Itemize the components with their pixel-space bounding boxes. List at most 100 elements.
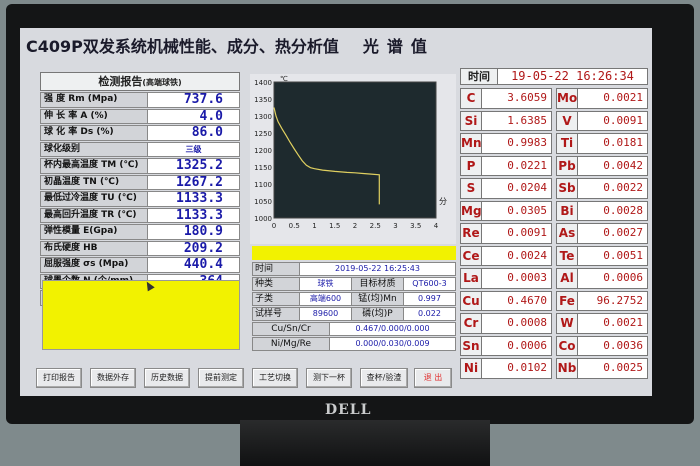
next-cup-button[interactable]: 测下一杯 [306, 368, 352, 388]
element-row: P 0.0221 Pb 0.0042 [460, 155, 652, 176]
report-row: 球 化 率 Ds (%) 86.0 [40, 125, 240, 141]
element-value: 0.4670 [482, 290, 552, 311]
element-row: C 3.6059 Mo 0.0021 [460, 88, 652, 109]
report-row: 球化级别 三级 [40, 141, 240, 157]
monitor-stand [240, 420, 490, 466]
element-symbol: La [460, 268, 482, 289]
ni-mg-re-label: Ni/Mg/Re [252, 337, 330, 351]
report-row: 屈服强度 σs (Mpa) 440.4 [40, 257, 240, 273]
report-row-value: 440.4 [148, 257, 240, 273]
element-value: 0.0021 [578, 313, 648, 334]
app-screen: C409P双发系统机械性能、成分、热分析值 光谱值 检测报告(高端球铁) 强 度 … [20, 28, 652, 396]
element-symbol: W [556, 313, 578, 334]
y-tick-label: 1250 [254, 130, 272, 138]
x-tick-label: 1.5 [329, 222, 340, 230]
x-tick-label: 3 [393, 222, 397, 230]
element-symbol: Sn [460, 335, 482, 356]
report-row-label: 杯内最高温度 TM (℃) [40, 158, 148, 174]
element-value: 0.0006 [482, 335, 552, 356]
element-value: 0.0008 [482, 313, 552, 334]
x-unit-label: 分 [439, 197, 447, 206]
report-row-value: 1267.2 [148, 174, 240, 190]
info-sample-value: 89600 [300, 307, 352, 321]
info-target-value: QT600-3 [404, 277, 456, 291]
element-value: 0.0042 [578, 155, 648, 176]
report-row-label: 伸 长 率 A (%) [40, 108, 148, 124]
element-row: Ce 0.0024 Te 0.0051 [460, 245, 652, 266]
element-row: Ni 0.0102 Nb 0.0025 [460, 358, 652, 379]
report-row-value: 1133.3 [148, 191, 240, 207]
info-p-value: 0.022 [404, 307, 456, 321]
inspection-report: 检测报告(高端球铁) 强 度 Rm (Mpa) 737.6 伸 长 率 A (%) 4… [40, 72, 240, 306]
spectrum-time-bar: 时间 19-05-22 16:26:34 [460, 68, 648, 85]
report-row-value: 180.9 [148, 224, 240, 240]
report-row-label: 强 度 Rm (Mpa) [40, 92, 148, 108]
report-row: 杯内最高温度 TM (℃) 1325.2 [40, 158, 240, 174]
element-value: 0.0181 [578, 133, 648, 154]
report-notes-area[interactable] [42, 280, 240, 350]
element-value: 0.0006 [578, 268, 648, 289]
report-row: 最高回升温度 TR (℃) 1133.3 [40, 207, 240, 223]
element-symbol: Mg [460, 200, 482, 221]
info-mn-value: 0.997 [404, 292, 456, 306]
y-tick-label: 1050 [254, 198, 272, 206]
x-tick-label: 3.5 [410, 222, 421, 230]
x-tick-label: 0.5 [289, 222, 300, 230]
element-value: 0.0021 [578, 88, 648, 109]
element-symbol: Nb [556, 358, 578, 379]
y-tick-label: 1350 [254, 96, 272, 104]
element-value: 0.0051 [578, 245, 648, 266]
title-main: C409P双发系统机械性能、成分、热分析值 [26, 37, 339, 56]
element-symbol: Fe [556, 290, 578, 311]
report-row-label: 初晶温度 TN (℃) [40, 174, 148, 190]
element-value: 0.0221 [482, 155, 552, 176]
history-data-button[interactable]: 历史数据 [144, 368, 190, 388]
y-tick-label: 1300 [254, 113, 272, 121]
report-row: 初晶温度 TN (℃) 1267.2 [40, 174, 240, 190]
sample-info-table: 时间 2019-05-22 16:25:43 种类 球铁 目标材质 QT600-… [252, 262, 456, 352]
thermal-curve-svg: 1400 1350 1300 1250 1200 1150 1100 1050 10000 0.5… [254, 75, 447, 230]
element-symbol: Cu [460, 290, 482, 311]
element-value: 0.0091 [482, 223, 552, 244]
report-row-label: 布氏硬度 HB [40, 240, 148, 256]
report-rows: 强 度 Rm (Mpa) 737.6 伸 长 率 A (%) 4.0 球 化 率 Ds … [40, 92, 240, 306]
report-row: 布氏硬度 HB 209.2 [40, 240, 240, 256]
report-row-label: 最低过冷温度 TU (℃) [40, 191, 148, 207]
report-subtitle: (高端球铁) [142, 78, 182, 87]
report-row-value: 1133.3 [148, 207, 240, 223]
y-tick-label: 1400 [254, 79, 272, 87]
report-row-value: 4.0 [148, 108, 240, 124]
x-tick-label: 4 [434, 222, 439, 230]
process-switch-button[interactable]: 工艺切换 [252, 368, 298, 388]
x-tick-label: 1 [312, 222, 316, 230]
element-symbol: Pb [556, 155, 578, 176]
exit-button[interactable]: 退 出 [414, 368, 452, 388]
element-value: 1.6385 [482, 110, 552, 131]
export-data-button[interactable]: 数据外存 [90, 368, 136, 388]
report-row: 最低过冷温度 TU (℃) 1133.3 [40, 191, 240, 207]
x-tick-label: 0 [272, 222, 276, 230]
spectrum-time-label: 时间 [460, 68, 498, 85]
early-measure-button[interactable]: 提前测定 [198, 368, 244, 388]
info-row-time: 时间 2019-05-22 16:25:43 [252, 262, 456, 276]
element-symbol: Ce [460, 245, 482, 266]
cu-sn-cr-value: 0.467/0.000/0.000 [330, 322, 456, 336]
info-row-cu-sn-cr: Cu/Sn/Cr 0.467/0.000/0.000 [252, 322, 456, 336]
y-tick-label: 1100 [254, 181, 272, 189]
element-symbol: S [460, 178, 482, 199]
thermal-curve-chart: 1400 1350 1300 1250 1200 1150 1100 1050 1000 0 0.5… [250, 74, 456, 244]
info-p-label: 磷(均)P [352, 307, 404, 321]
element-symbol: V [556, 110, 578, 131]
element-symbol: As [556, 223, 578, 244]
element-symbol: Al [556, 268, 578, 289]
element-symbol: Cr [460, 313, 482, 334]
element-value: 0.0022 [578, 178, 648, 199]
y-tick-label: 1200 [254, 147, 272, 155]
print-report-button[interactable]: 打印报告 [36, 368, 82, 388]
check-cup-button[interactable]: 查杯/验渣 [360, 368, 408, 388]
x-tick-label: 2.5 [370, 222, 381, 230]
element-value: 0.0024 [482, 245, 552, 266]
info-row-sample: 试样号 89600 磷(均)P 0.022 [252, 307, 456, 321]
y-tick-label: 1000 [254, 215, 272, 223]
element-symbol: Si [460, 110, 482, 131]
